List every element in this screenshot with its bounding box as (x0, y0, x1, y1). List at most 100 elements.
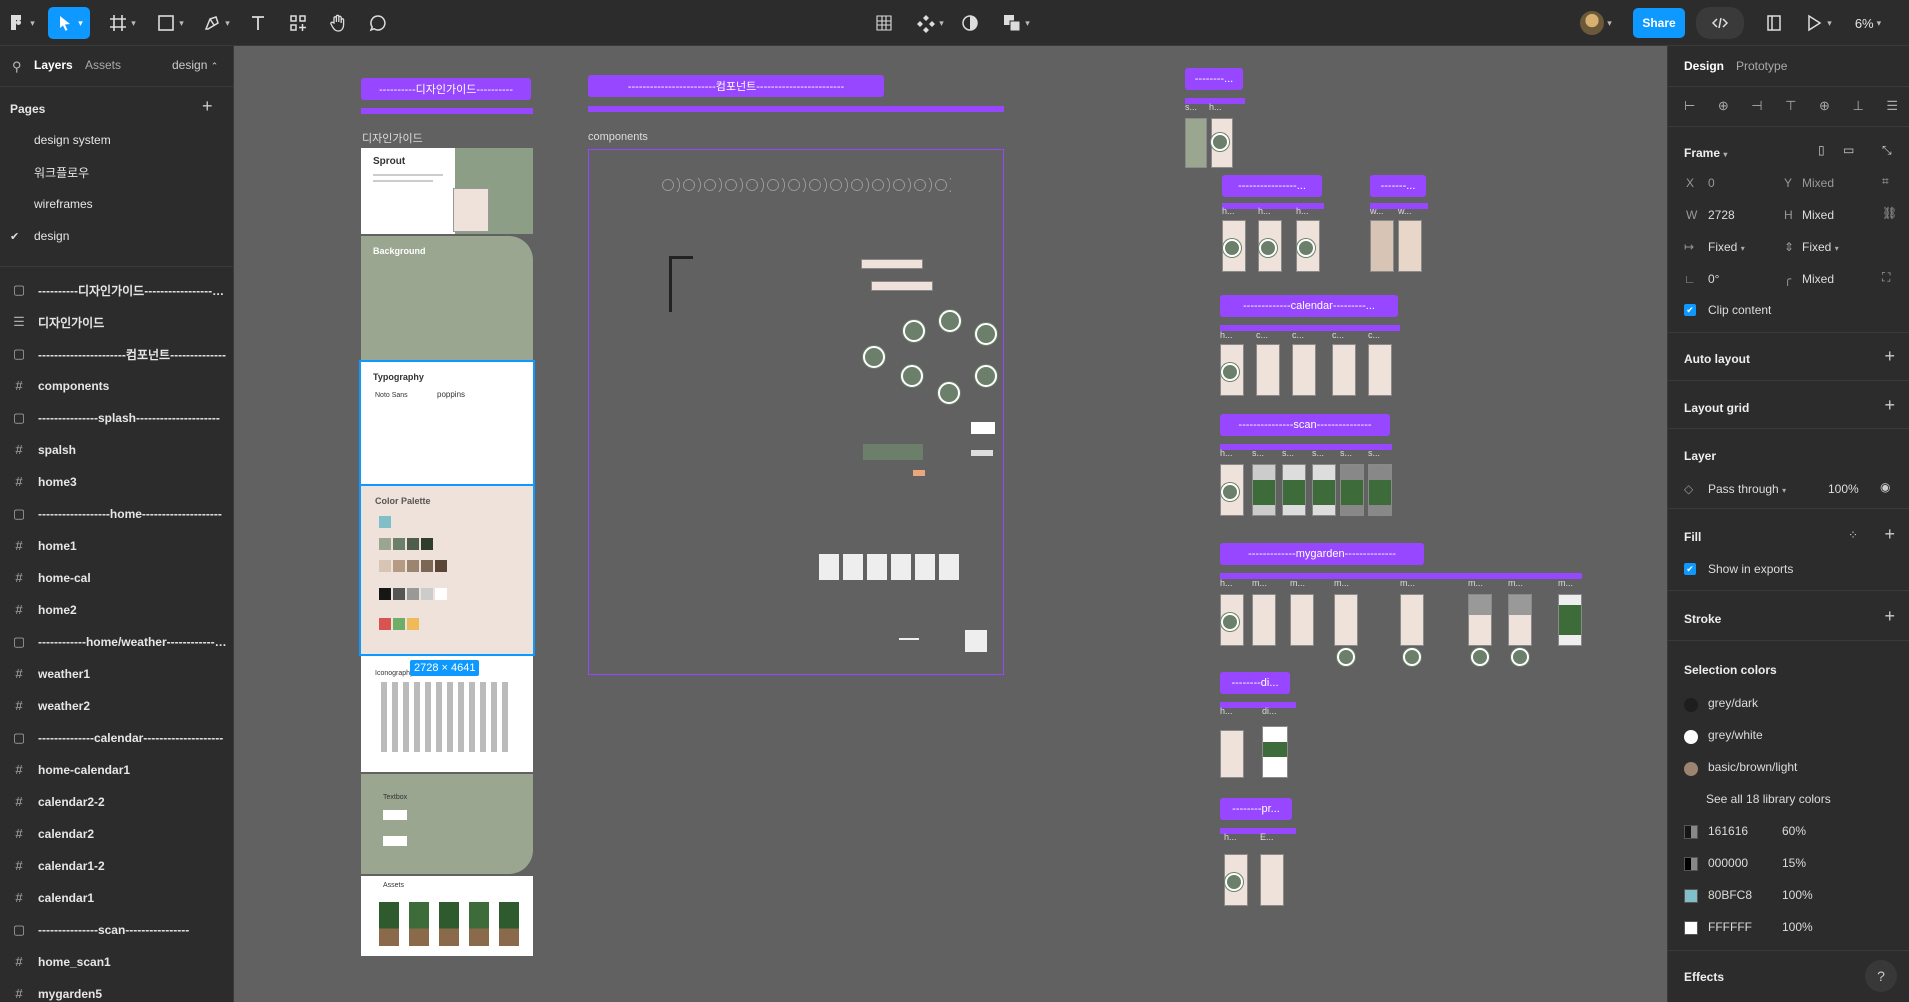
layer-row[interactable]: # home2 (0, 594, 233, 626)
page-selector[interactable]: design ⌃ (172, 58, 218, 72)
absolute-position-icon[interactable]: ⌗ (1882, 174, 1889, 189)
screen-thumb[interactable] (1220, 730, 1244, 778)
opacity-value[interactable]: 60% (1782, 824, 1806, 838)
guide-background[interactable]: Background (361, 236, 533, 360)
shape-tool-button[interactable]: ▾ (152, 7, 188, 39)
layer-row[interactable]: # calendar1-2 (0, 850, 233, 882)
screen-thumb[interactable] (1334, 594, 1358, 646)
section-label-di[interactable]: --------di... (1220, 672, 1290, 694)
layer-row[interactable]: # spalsh (0, 434, 233, 466)
add-layout-grid-icon[interactable]: + (1884, 395, 1895, 416)
search-icon[interactable]: ⚲ (12, 59, 22, 75)
add-auto-layout-icon[interactable]: + (1884, 346, 1895, 367)
vertical-resizing-select[interactable]: Fixed ▾ (1802, 240, 1839, 254)
resize-to-fit-icon[interactable]: ⤡ (1882, 143, 1892, 158)
text-tool-button[interactable] (244, 7, 272, 39)
dev-mode-toggle[interactable] (1696, 7, 1744, 39)
screen-thumb[interactable] (1220, 344, 1244, 396)
screen-thumb[interactable] (1260, 854, 1284, 906)
constrain-proportions-icon[interactable]: ⛓ (1882, 206, 1897, 220)
color-style-name[interactable]: basic/brown/light (1708, 760, 1797, 774)
corner-radius-input[interactable]: Mixed (1802, 272, 1834, 286)
tab-layers[interactable]: Layers (34, 58, 73, 72)
color-swatch[interactable] (1684, 730, 1698, 744)
add-fill-icon[interactable]: + (1884, 524, 1895, 545)
opacity-input[interactable]: 100% (1828, 482, 1859, 496)
layer-row[interactable]: # mygarden5 (0, 978, 233, 1002)
section-label-pr[interactable]: --------pr... (1220, 798, 1292, 820)
screen-thumb[interactable] (1258, 220, 1282, 272)
section-label-scan[interactable]: ---------------scan--------------- (1220, 414, 1390, 436)
layer-row[interactable]: # home3 (0, 466, 233, 498)
section-label-calendar[interactable]: -------------calendar---------... (1220, 295, 1398, 317)
layer-row[interactable]: # weather2 (0, 690, 233, 722)
screen-thumb[interactable] (1252, 464, 1276, 516)
screen-thumb[interactable] (1224, 854, 1248, 906)
align-middle-v-icon[interactable]: ⊕ (1819, 98, 1830, 114)
opacity-value[interactable]: 100% (1782, 888, 1813, 902)
screen-thumb[interactable] (1368, 344, 1392, 396)
section-label-splash[interactable]: --------... (1185, 68, 1243, 90)
boolean-operations-button[interactable]: ▾ (996, 7, 1036, 39)
page-item[interactable]: design system (0, 124, 233, 156)
components-frame[interactable] (588, 149, 1004, 675)
mask-button[interactable] (956, 7, 984, 39)
screen-thumb[interactable] (1256, 344, 1280, 396)
frame-title-components[interactable]: components (588, 131, 648, 143)
resources-button[interactable] (284, 7, 312, 39)
align-top-icon[interactable]: ⊤ (1785, 98, 1796, 114)
color-swatch[interactable] (1684, 889, 1698, 903)
layer-row[interactable]: # home-cal (0, 562, 233, 594)
pen-tool-button[interactable]: ▾ (198, 7, 234, 39)
page-item[interactable]: 워크플로우 (0, 156, 233, 188)
tab-prototype[interactable]: Prototype (1736, 59, 1787, 73)
layer-row[interactable]: # home-calendar1 (0, 754, 233, 786)
guide-cover[interactable]: Sprout (361, 148, 533, 234)
screen-thumb[interactable] (1211, 118, 1233, 168)
help-button[interactable]: ? (1865, 960, 1897, 992)
add-stroke-icon[interactable]: + (1884, 606, 1895, 627)
align-bottom-icon[interactable]: ⊥ (1852, 98, 1863, 114)
color-swatch[interactable] (1684, 825, 1698, 839)
screen-thumb[interactable] (1292, 344, 1316, 396)
guide-color-palette[interactable]: Color Palette (359, 484, 535, 656)
hex-value[interactable]: 000000 (1708, 856, 1748, 870)
show-in-exports-checkbox[interactable]: ✔ (1684, 563, 1696, 575)
frame-title-guide[interactable]: 디자인가이드 (362, 130, 423, 146)
screen-thumb[interactable] (1312, 464, 1336, 516)
layout-grid-toggle[interactable] (870, 7, 898, 39)
layer-row[interactable]: ▢ ---------------splash------------------… (0, 402, 233, 434)
clip-content-checkbox[interactable]: ✔ (1684, 304, 1696, 316)
screen-thumb[interactable] (1282, 464, 1306, 516)
horizontal-resizing-select[interactable]: Fixed ▾ (1708, 240, 1745, 254)
user-avatar-menu[interactable]: ▾ (1574, 7, 1618, 39)
color-swatch[interactable] (1684, 857, 1698, 871)
h-input[interactable]: Mixed (1802, 208, 1834, 222)
layer-row[interactable]: ▢ ---------------scan---------------- (0, 914, 233, 946)
guide-assets[interactable]: Assets (361, 876, 533, 956)
tab-assets[interactable]: Assets (85, 58, 121, 72)
layer-row[interactable]: # home_scan1 (0, 946, 233, 978)
rotation-input[interactable]: 0° (1708, 272, 1719, 286)
share-button[interactable]: Share (1633, 8, 1685, 38)
opacity-value[interactable]: 15% (1782, 856, 1806, 870)
portrait-icon[interactable]: ▯ (1818, 143, 1825, 157)
y-input[interactable]: Mixed (1802, 176, 1834, 190)
section-label-weather[interactable]: -------... (1370, 175, 1426, 197)
layer-row[interactable]: ▢ --------------calendar-----------------… (0, 722, 233, 754)
layer-row[interactable]: # home1 (0, 530, 233, 562)
layer-row[interactable]: # calendar2 (0, 818, 233, 850)
screen-thumb[interactable] (1508, 594, 1532, 646)
screen-thumb[interactable] (1368, 464, 1392, 516)
screen-thumb[interactable] (1468, 594, 1492, 646)
align-center-h-icon[interactable]: ⊕ (1718, 98, 1729, 114)
screen-thumb[interactable] (1220, 464, 1244, 516)
x-input[interactable]: 0 (1708, 176, 1715, 190)
section-label-mygarden[interactable]: -------------mygarden-------------- (1220, 543, 1424, 565)
screen-thumb[interactable] (1222, 220, 1246, 272)
screen-thumb[interactable] (1332, 344, 1356, 396)
screen-thumb[interactable] (1400, 594, 1424, 646)
comment-tool-button[interactable] (364, 7, 392, 39)
hex-value[interactable]: 80BFC8 (1708, 888, 1752, 902)
screen-thumb[interactable] (1262, 726, 1288, 778)
